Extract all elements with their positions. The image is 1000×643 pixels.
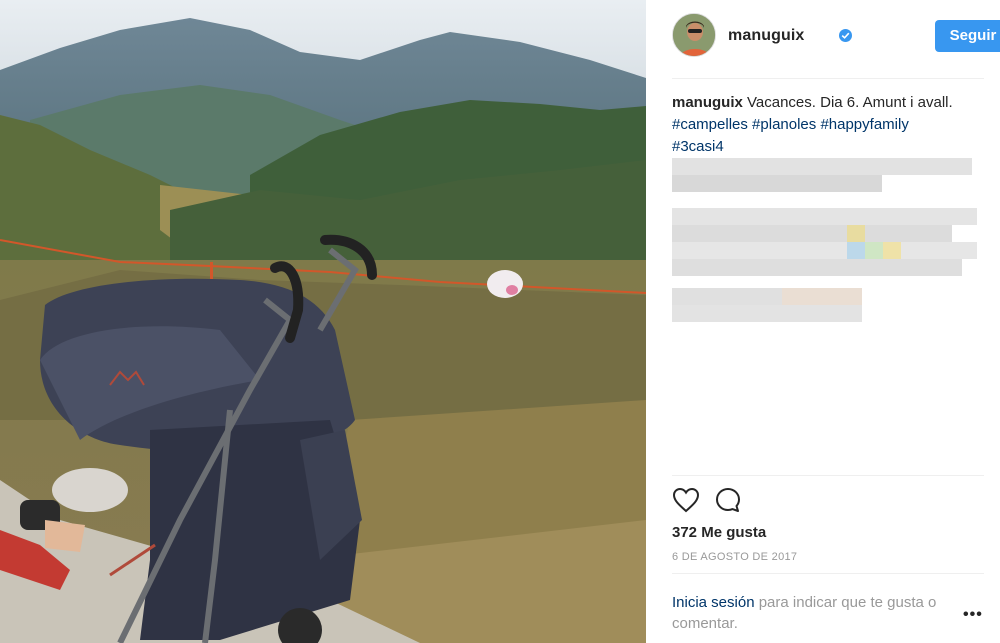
- heart-icon[interactable]: [672, 487, 700, 513]
- verified-badge-icon: [839, 29, 852, 42]
- stroller-landscape-image: [0, 0, 646, 643]
- post-caption: manuguix Vacances. Dia 6. Amunt i avall.…: [672, 92, 990, 158]
- login-prompt: Inicia sesión para indicar que te gusta …: [672, 592, 962, 634]
- more-options-icon[interactable]: •••: [963, 606, 983, 624]
- username[interactable]: manuguix: [728, 27, 804, 45]
- hashtag-3casi4[interactable]: #3casi4: [672, 138, 724, 155]
- footer-divider: [672, 573, 984, 574]
- avatar[interactable]: [672, 13, 716, 57]
- post-side-panel: manuguix Seguir manuguix Vacances. Dia 6…: [646, 0, 1000, 643]
- post-actions: [672, 487, 752, 515]
- follow-button[interactable]: Seguir: [935, 20, 1000, 52]
- actions-divider: [672, 475, 984, 476]
- post-header: manuguix Seguir: [672, 13, 1000, 59]
- comment-icon[interactable]: [715, 487, 741, 513]
- hashtag-planoles[interactable]: #planoles: [752, 116, 816, 133]
- hashtag-campelles[interactable]: #campelles: [672, 116, 748, 133]
- post-photo[interactable]: [0, 0, 646, 643]
- caption-username[interactable]: manuguix: [672, 94, 743, 111]
- header-divider: [672, 78, 984, 79]
- caption-text: Vacances. Dia 6. Amunt i avall.: [747, 94, 953, 111]
- post-date: 6 DE AGOSTO DE 2017: [672, 551, 798, 563]
- like-count[interactable]: 372 Me gusta: [672, 524, 766, 541]
- obscured-comments: [672, 158, 977, 323]
- login-link[interactable]: Inicia sesión: [672, 594, 755, 611]
- hashtag-happyfamily[interactable]: #happyfamily: [820, 116, 908, 133]
